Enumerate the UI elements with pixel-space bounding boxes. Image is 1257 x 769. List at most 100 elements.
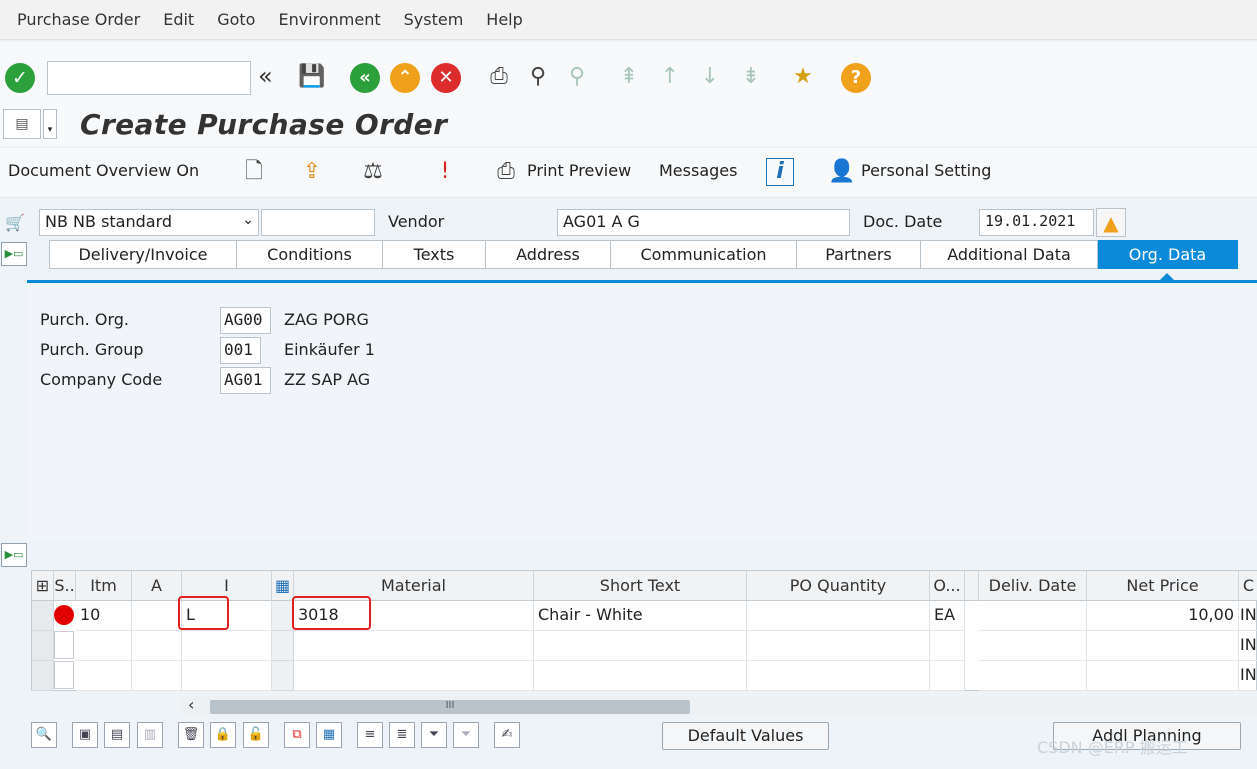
- po-number-field[interactable]: [261, 209, 375, 236]
- warning-icon[interactable]: ▲: [1096, 208, 1126, 237]
- lock-icon[interactable]: 🔒: [210, 722, 236, 748]
- hold-icon[interactable]: ⚖: [357, 156, 389, 188]
- cell-select[interactable]: [272, 601, 294, 631]
- tab-org-data[interactable]: Org. Data: [1098, 240, 1238, 269]
- scroll-left-icon[interactable]: ‹: [188, 695, 194, 714]
- cell-select[interactable]: [272, 661, 294, 691]
- sort-descending-icon[interactable]: ≣: [389, 722, 415, 748]
- insert-icon[interactable]: ▦: [316, 722, 342, 748]
- copy-icon[interactable]: ⧉: [284, 722, 310, 748]
- cell-short-text[interactable]: [534, 661, 747, 691]
- col-account-assignment[interactable]: A: [132, 571, 182, 601]
- cell-item-category[interactable]: [182, 631, 272, 661]
- find-next-icon[interactable]: ⚲: [561, 61, 593, 93]
- screen-menu-dropdown-icon[interactable]: ▾: [43, 109, 57, 139]
- cell-currency[interactable]: IN: [1239, 601, 1257, 631]
- document-type-select[interactable]: NB NB standard ⌄: [39, 209, 259, 236]
- cell-po-quantity[interactable]: [747, 661, 930, 691]
- exit-icon[interactable]: ⌃: [390, 63, 420, 93]
- help-icon[interactable]: ?: [841, 63, 871, 93]
- cancel-icon[interactable]: ✕: [431, 63, 461, 93]
- col-order-unit[interactable]: O...: [930, 571, 965, 601]
- tab-partners[interactable]: Partners: [797, 240, 921, 269]
- back-icon[interactable]: «: [350, 63, 380, 93]
- col-deliv-date[interactable]: Deliv. Date: [979, 571, 1087, 601]
- col-status[interactable]: S..: [54, 571, 76, 601]
- other-purchase-order-icon[interactable]: ⇪: [296, 156, 328, 188]
- cell-order-unit[interactable]: EA: [930, 601, 965, 631]
- table-settings-icon[interactable]: ⊞: [32, 571, 54, 601]
- filter-settings-icon[interactable]: ⏷: [453, 722, 479, 748]
- save-icon[interactable]: 💾: [296, 61, 328, 93]
- doc-date-field[interactable]: 19.01.2021: [979, 209, 1094, 236]
- first-page-icon[interactable]: ⇞: [613, 61, 645, 93]
- menu-environment[interactable]: Environment: [278, 10, 380, 29]
- print-preview-button[interactable]: Print Preview: [527, 161, 631, 180]
- row-selector[interactable]: [32, 631, 54, 661]
- enter-icon[interactable]: ✓: [5, 63, 35, 93]
- cell-select[interactable]: [272, 631, 294, 661]
- select-all-icon[interactable]: ▣: [72, 722, 98, 748]
- unlock-icon[interactable]: 🔓: [243, 722, 269, 748]
- cell-po-quantity[interactable]: [747, 601, 930, 631]
- cell-account-assignment[interactable]: [132, 601, 182, 631]
- more-icon[interactable]: ✍: [494, 722, 520, 748]
- cell-account-assignment[interactable]: [132, 631, 182, 661]
- cell-order-unit[interactable]: [930, 631, 965, 661]
- cell-currency[interactable]: IN: [1239, 631, 1257, 661]
- print-icon[interactable]: ⎙: [483, 61, 515, 93]
- personal-setting-button[interactable]: Personal Setting: [861, 161, 991, 180]
- cell-net-price[interactable]: [1087, 631, 1239, 661]
- company-code-field[interactable]: AG01: [220, 367, 271, 394]
- check-icon[interactable]: !: [429, 156, 461, 188]
- col-net-price[interactable]: Net Price: [1087, 571, 1239, 601]
- menu-help[interactable]: Help: [486, 10, 522, 29]
- cell-currency[interactable]: IN: [1239, 661, 1257, 691]
- purch-group-field[interactable]: 001: [220, 337, 261, 364]
- screen-menu-icon[interactable]: ▤: [3, 109, 41, 139]
- messages-button[interactable]: Messages: [659, 161, 737, 180]
- personal-setting-icon[interactable]: 👤: [826, 156, 858, 188]
- menu-edit[interactable]: Edit: [163, 10, 194, 29]
- delete-icon[interactable]: 🗑: [178, 722, 204, 748]
- tab-conditions[interactable]: Conditions: [237, 240, 383, 269]
- info-icon[interactable]: i: [766, 158, 794, 186]
- cell-material[interactable]: [294, 661, 534, 691]
- cell-material[interactable]: [294, 631, 534, 661]
- select-block-icon[interactable]: ▥: [137, 722, 163, 748]
- expand-header-icon[interactable]: ▶▭: [1, 242, 27, 266]
- menu-goto[interactable]: Goto: [217, 10, 255, 29]
- purch-org-field[interactable]: AG00: [220, 307, 271, 334]
- cell-item-category[interactable]: [182, 661, 272, 691]
- previous-page-icon[interactable]: ↑: [654, 61, 686, 93]
- col-po-quantity[interactable]: PO Quantity: [747, 571, 930, 601]
- command-field[interactable]: [47, 61, 251, 95]
- tab-address[interactable]: Address: [486, 240, 611, 269]
- cell-short-text[interactable]: Chair - White: [534, 601, 747, 631]
- menu-system[interactable]: System: [404, 10, 464, 29]
- filter-icon[interactable]: ⏷: [421, 722, 447, 748]
- new-document-icon[interactable]: 🗋: [238, 156, 270, 188]
- sort-ascending-icon[interactable]: ≡: [357, 722, 383, 748]
- cell-po-quantity[interactable]: [747, 631, 930, 661]
- row-selector[interactable]: [32, 661, 54, 691]
- col-select-all-icon[interactable]: ▦: [272, 571, 294, 601]
- cell-deliv-date[interactable]: [979, 661, 1087, 691]
- menu-purchase-order[interactable]: Purchase Order: [17, 10, 140, 29]
- vendor-field[interactable]: AG01 A G: [557, 209, 850, 236]
- cell-short-text[interactable]: [534, 631, 747, 661]
- tab-delivery-invoice[interactable]: Delivery/Invoice: [49, 240, 237, 269]
- cell-account-assignment[interactable]: [132, 661, 182, 691]
- next-page-icon[interactable]: ↓: [694, 61, 726, 93]
- print-preview-icon[interactable]: ⎙: [490, 156, 522, 188]
- cell-item[interactable]: [76, 631, 132, 661]
- create-shortcut-icon[interactable]: ★: [787, 61, 819, 93]
- col-item[interactable]: Itm: [76, 571, 132, 601]
- collapse-command-icon[interactable]: «: [258, 62, 273, 90]
- cell-deliv-date[interactable]: [979, 601, 1087, 631]
- expand-items-icon[interactable]: ▶▭: [1, 543, 27, 567]
- cell-order-unit[interactable]: [930, 661, 965, 691]
- row-selector[interactable]: [32, 601, 54, 631]
- deselect-all-icon[interactable]: ▤: [104, 722, 130, 748]
- scroll-thumb[interactable]: III: [210, 700, 690, 714]
